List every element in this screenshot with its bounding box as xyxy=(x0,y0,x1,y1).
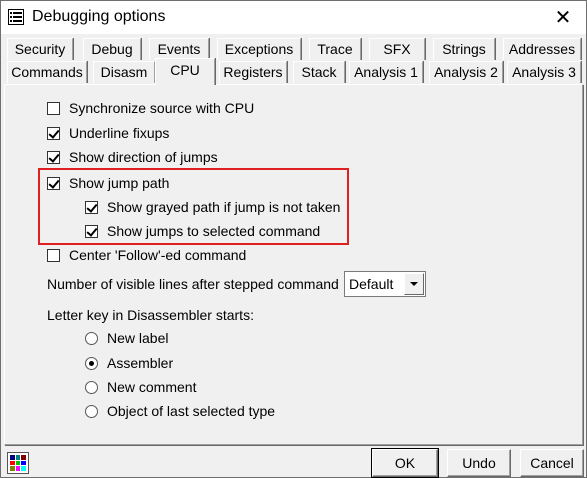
object-last-radio[interactable] xyxy=(85,404,98,418)
new-comment-radio-label: New comment xyxy=(107,379,197,395)
underline-fixups-checkbox[interactable] xyxy=(47,126,60,140)
assembler-radio-label: Assembler xyxy=(107,355,174,371)
close-button[interactable]: ✕ xyxy=(540,1,586,34)
underline-fixups-label: Underline fixups xyxy=(69,125,170,141)
center-follow-label: Center 'Follow'-ed command xyxy=(69,247,247,263)
tab-analysis-1[interactable]: Analysis 1 xyxy=(349,61,423,83)
window-title: Debugging options xyxy=(32,8,166,25)
object-last-radio-label: Object of last selected type xyxy=(107,403,276,419)
radio-new-comment[interactable]: New comment xyxy=(85,377,196,397)
show-jump-path-checkbox[interactable] xyxy=(47,176,60,190)
option-center-follow[interactable]: Center 'Follow'-ed command xyxy=(47,245,246,265)
letter-key-label: Letter key in Disassembler starts: xyxy=(47,307,254,323)
debugging-options-dialog: Debugging options ✕ Security Debug Event… xyxy=(0,0,587,478)
tab-events[interactable]: Events xyxy=(149,38,209,60)
cancel-button[interactable]: Cancel xyxy=(520,449,584,477)
chevron-down-icon xyxy=(410,282,418,286)
tab-cpu[interactable]: CPU xyxy=(155,58,215,85)
tab-row-1: Security Debug Events Exceptions Trace S… xyxy=(1,38,587,61)
tab-trace[interactable]: Trace xyxy=(309,38,361,60)
tab-stack[interactable]: Stack xyxy=(293,61,345,83)
tab-exceptions[interactable]: Exceptions xyxy=(217,38,301,60)
assembler-radio[interactable] xyxy=(85,356,98,370)
show-grayed-path-label: Show grayed path if jump is not taken xyxy=(107,199,341,215)
tab-sfx[interactable]: SFX xyxy=(369,38,425,60)
close-icon: ✕ xyxy=(554,7,572,29)
new-comment-radio[interactable] xyxy=(85,380,98,394)
option-show-jumps-selected[interactable]: Show jumps to selected command xyxy=(85,221,320,241)
visible-lines-value: Default xyxy=(349,276,394,292)
show-direction-label: Show direction of jumps xyxy=(69,149,218,165)
show-jump-path-label: Show jump path xyxy=(69,175,170,191)
new-label-radio-label: New label xyxy=(107,330,169,346)
tab-security[interactable]: Security xyxy=(7,38,73,60)
new-label-radio[interactable] xyxy=(85,331,98,345)
tab-strings[interactable]: Strings xyxy=(433,38,495,60)
option-sync-source[interactable]: Synchronize source with CPU xyxy=(47,98,254,118)
tab-debug[interactable]: Debug xyxy=(83,38,141,60)
visible-lines-label: Number of visible lines after stepped co… xyxy=(47,276,339,292)
tab-registers[interactable]: Registers xyxy=(219,61,287,83)
show-jumps-selected-label: Show jumps to selected command xyxy=(107,223,321,239)
tab-row-2: Commands Disasm CPU Registers Stack Anal… xyxy=(1,58,587,85)
show-grayed-path-checkbox[interactable] xyxy=(85,200,98,214)
center-follow-checkbox[interactable] xyxy=(47,248,60,262)
tab-disasm[interactable]: Disasm xyxy=(93,61,155,83)
tab-analysis-3[interactable]: Analysis 3 xyxy=(507,61,581,83)
undo-button[interactable]: Undo xyxy=(447,449,511,477)
sync-source-label: Synchronize source with CPU xyxy=(69,100,255,116)
tab-addresses[interactable]: Addresses xyxy=(503,38,581,60)
color-palette-icon[interactable] xyxy=(7,452,29,474)
option-show-direction[interactable]: Show direction of jumps xyxy=(47,147,218,167)
dropdown-button[interactable] xyxy=(404,273,424,295)
radio-new-label[interactable]: New label xyxy=(85,328,168,348)
radio-assembler[interactable]: Assembler xyxy=(85,353,173,373)
options-list-icon xyxy=(8,9,24,25)
visible-lines-select[interactable]: Default xyxy=(344,271,426,297)
sync-source-checkbox[interactable] xyxy=(47,101,60,115)
radio-object-last[interactable]: Object of last selected type xyxy=(85,401,275,421)
show-direction-checkbox[interactable] xyxy=(47,150,60,164)
option-underline-fixups[interactable]: Underline fixups xyxy=(47,123,169,143)
tab-commands[interactable]: Commands xyxy=(7,61,87,83)
show-jumps-selected-checkbox[interactable] xyxy=(85,224,98,238)
title-bar: Debugging options ✕ xyxy=(1,1,586,34)
option-show-grayed-path[interactable]: Show grayed path if jump is not taken xyxy=(85,197,340,217)
tab-analysis-2[interactable]: Analysis 2 xyxy=(429,61,503,83)
ok-button[interactable]: OK xyxy=(371,448,439,478)
option-show-jump-path[interactable]: Show jump path xyxy=(47,173,169,193)
